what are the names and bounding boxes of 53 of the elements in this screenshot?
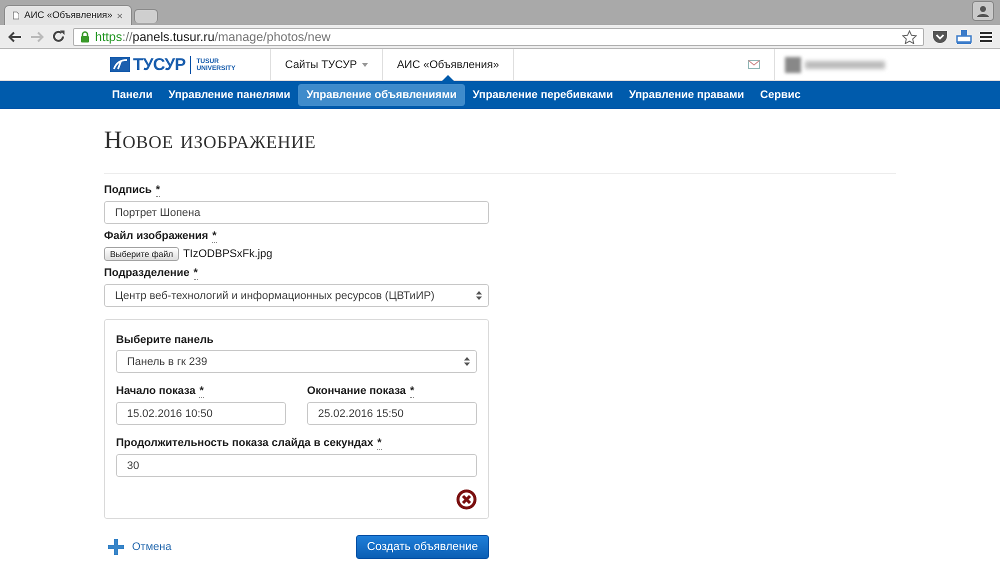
nav-item[interactable]: Управление перебивками	[464, 84, 621, 106]
pocket-icon[interactable]	[932, 30, 948, 44]
profile-icon[interactable]	[972, 1, 994, 21]
field-label: Подпись	[104, 184, 152, 197]
submit-button[interactable]: Создать объявление	[356, 535, 489, 559]
nav-item[interactable]: Управление объявлениями	[298, 84, 465, 106]
header-link[interactable]: Сайты ТУСУР	[271, 49, 383, 80]
nav-item[interactable]: Панели	[104, 84, 161, 106]
duration-field[interactable]: 30	[116, 454, 477, 477]
menu-icon[interactable]	[980, 30, 992, 42]
close-icon[interactable]	[117, 12, 123, 20]
field-label: Выберите панель	[116, 334, 214, 346]
required-mark: *	[410, 385, 414, 398]
lock-icon	[80, 30, 90, 42]
panel-select[interactable]: Панель в гк 239	[116, 350, 477, 373]
field-label: Продолжительность показа слайда в секундах	[116, 437, 374, 450]
select-arrows-icon	[476, 291, 482, 300]
printer-icon[interactable]	[956, 28, 972, 44]
required-mark: *	[212, 230, 216, 243]
required-mark: *	[199, 385, 204, 398]
required-mark: *	[156, 184, 160, 197]
address-bar[interactable]: https://panels.tusur.ru/manage/photos/new	[73, 28, 924, 46]
url-text: https://panels.tusur.ru/manage/photos/new	[95, 30, 331, 44]
mail-icon[interactable]	[748, 60, 760, 69]
remove-icon[interactable]	[456, 489, 477, 510]
plus-icon[interactable]	[108, 539, 124, 555]
end-date-field[interactable]: 25.02.2016 15:50	[307, 402, 477, 425]
browser-tab[interactable]: АИС «Объявления»	[4, 5, 132, 25]
field-label: Подразделение	[104, 267, 190, 280]
start-date-field[interactable]: 15.02.2016 10:50	[116, 402, 286, 425]
nav-item[interactable]: Управление панелями	[160, 84, 298, 106]
select-arrows-icon	[464, 357, 470, 366]
header-link[interactable]: АИС «Объявления»	[382, 49, 514, 80]
field-label: Начало показа	[116, 385, 196, 398]
required-mark: *	[194, 267, 198, 280]
field-label: Файл изображения	[104, 230, 208, 243]
page-title: Новое изображение	[104, 127, 317, 155]
nav-item[interactable]: Сервис	[752, 84, 809, 106]
back-icon[interactable]	[8, 30, 22, 42]
nav-item[interactable]: Управление правами	[620, 84, 752, 106]
caption-field[interactable]: Портрет Шопена	[104, 201, 489, 224]
division-select[interactable]: Центр веб-технологий и информационных ресурсов (ЦВТиИР)	[104, 284, 489, 307]
cancel-link[interactable]: Отмена	[132, 541, 172, 553]
choose-file-button[interactable]: Выберите файл	[104, 247, 180, 261]
page-icon	[13, 10, 20, 21]
field-label: Окончание показа	[307, 385, 406, 398]
file-name: TIzODBPSxFk.jpg	[183, 248, 272, 260]
star-icon[interactable]	[902, 30, 917, 44]
blurred-user-avatar[interactable]	[785, 56, 801, 72]
required-mark: *	[377, 437, 382, 450]
caret-icon	[362, 62, 368, 66]
logo-emblem-icon	[110, 57, 130, 72]
reload-icon[interactable]	[52, 30, 65, 43]
